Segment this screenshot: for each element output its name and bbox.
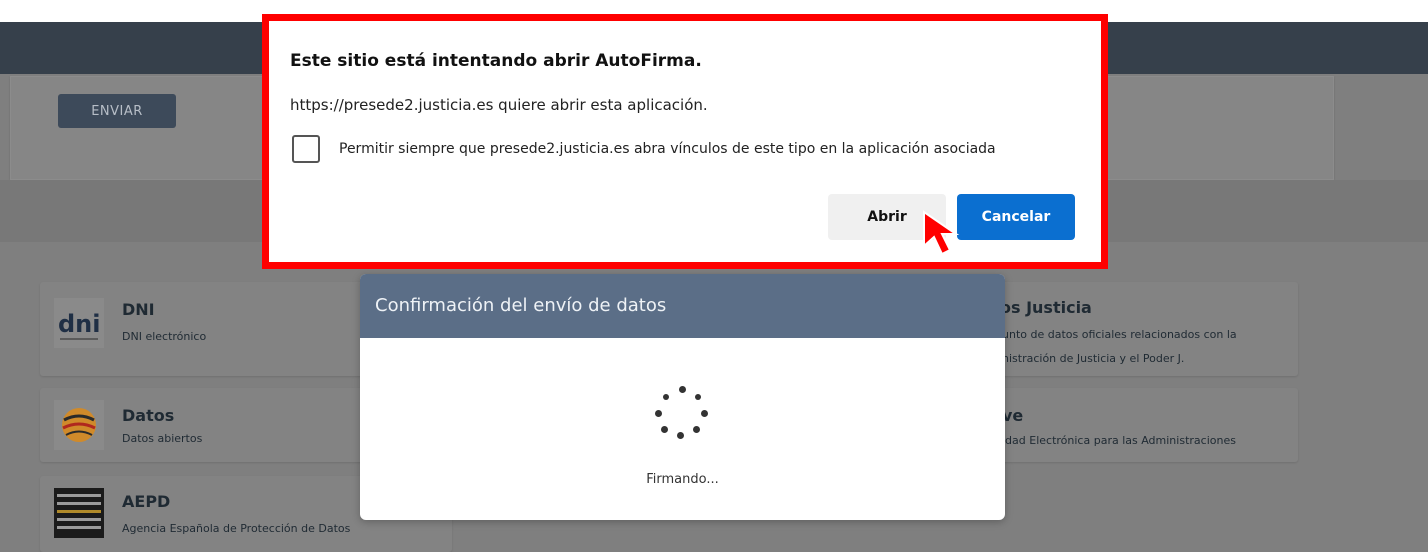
- mouse-pointer-icon: [922, 210, 976, 264]
- always-allow-label[interactable]: Permitir siempre que presede2.justicia.e…: [339, 141, 996, 157]
- loading-modal: Confirmación del envío de datos Firmando…: [360, 274, 1005, 520]
- card-title: Datos: [122, 406, 175, 425]
- dialog-title: Este sitio está intentando abrir AutoFir…: [290, 51, 702, 71]
- card-subtitle: Datos abiertos: [122, 432, 203, 445]
- dialog-message: https://presede2.justicia.es quiere abri…: [290, 96, 708, 114]
- card-subtitle: idad Electrónica para las Administracion…: [1002, 434, 1236, 447]
- modal-title: Confirmación del envío de datos: [360, 274, 1005, 338]
- card-title: os Justicia: [1000, 298, 1092, 317]
- always-allow-checkbox[interactable]: [292, 135, 320, 163]
- send-button[interactable]: ENVIAR: [58, 94, 176, 128]
- dni-logo-icon: dni: [54, 298, 104, 348]
- card-subtitle-line1: unto de datos oficiales relacionados con…: [1002, 328, 1237, 341]
- card-clave[interactable]: [960, 388, 1298, 462]
- svg-text:dni: dni: [58, 310, 101, 338]
- open-app-dialog: Este sitio está intentando abrir AutoFir…: [262, 14, 1108, 269]
- signing-status: Firmando...: [646, 472, 719, 487]
- datos-logo-icon: [54, 400, 104, 450]
- card-title: DNI: [122, 300, 155, 319]
- card-title: AEPD: [122, 492, 171, 511]
- loading-spinner-icon: [655, 386, 710, 441]
- card-subtitle: DNI electrónico: [122, 330, 207, 343]
- card-title: ve: [1002, 406, 1024, 425]
- card-subtitle: Agencia Española de Protección de Datos: [122, 522, 351, 535]
- card-subtitle-line2: nistración de Justicia y el Poder J.: [1002, 352, 1185, 365]
- aepd-logo-icon: [54, 488, 104, 538]
